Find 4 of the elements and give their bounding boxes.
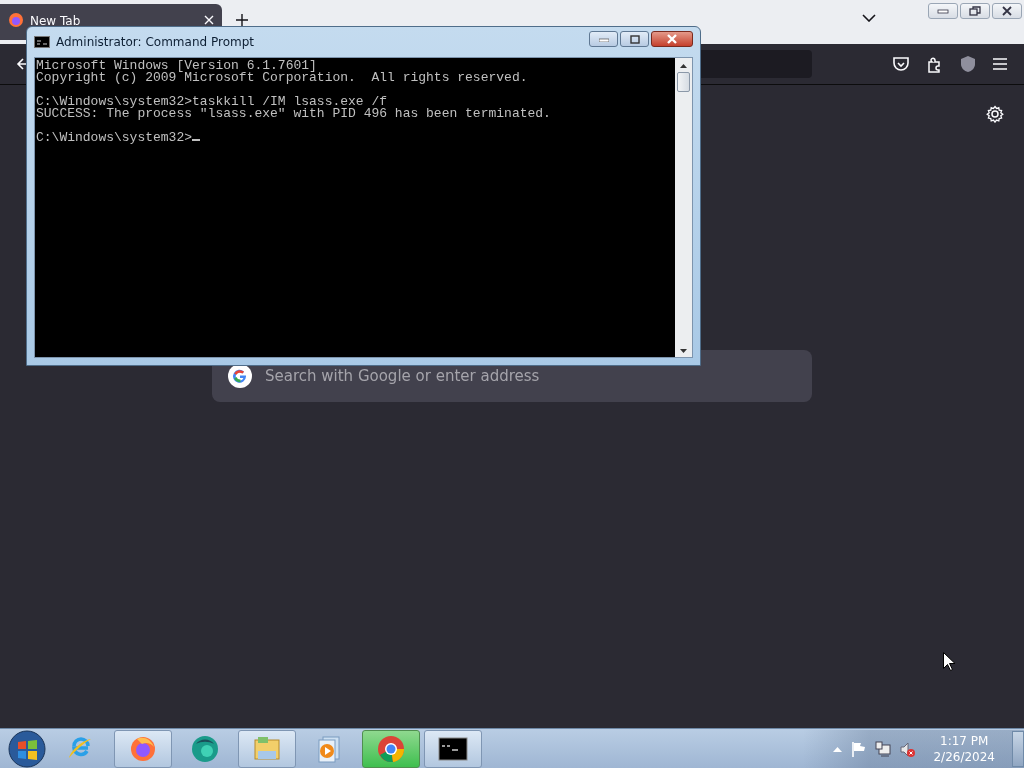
clock-time[interactable]: 1:17 PM bbox=[940, 732, 989, 749]
console-output: Microsoft Windows [Version 6.1.7601] Copyright (c) 2009 Microsoft Corporation. All rights reserved. C:\Windows\system32>taskkill /IM lsass.exe /f SUCCESS: The process "lsass.exe" with PID 496 has been terminated. C:\Windows\system32> bbox=[35, 58, 675, 357]
tab-label: New Tab bbox=[30, 14, 82, 28]
clock-date[interactable]: 2/26/2024 bbox=[933, 748, 995, 765]
